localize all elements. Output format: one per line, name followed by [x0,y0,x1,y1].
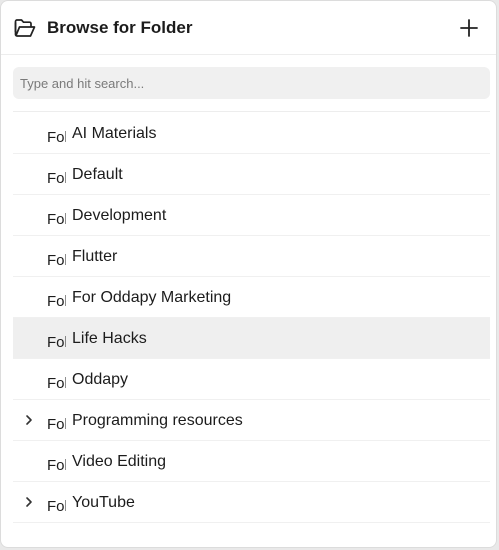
folder-label: Development [72,207,167,224]
folder-label: AI Materials [72,125,157,142]
search-input[interactable] [13,67,490,99]
folder-icon: Folder [47,416,66,433]
dialog-title: Browse for Folder [47,18,193,37]
folder-icon: Folder [47,293,66,310]
search-box [13,67,490,99]
folder-icon: Folder [47,170,66,187]
folder-label: For Oddapy Marketing [72,289,232,306]
folder-list: Folder AI Materials Folder Default Folder Dev… [13,113,490,523]
folder-row[interactable]: Folder Programming resources [13,400,490,441]
folder-icon: Folder [47,129,66,146]
folder-row[interactable]: Folder YouTube [13,482,490,523]
folder-label: Flutter [72,248,118,265]
folder-row[interactable]: Folder Flutter [13,236,490,277]
folder-label: Programming resources [72,412,243,429]
folder-icon: Folder [47,252,66,269]
folder-row[interactable]: Folder Development [13,195,490,236]
plus-icon[interactable] [457,16,481,40]
chevron-right-icon[interactable] [23,413,35,427]
folder-icon: Folder [47,457,66,474]
folder-row[interactable]: Folder Oddapy [13,359,490,400]
folder-icon: Folder [47,334,66,351]
folder-icon: Folder [47,375,66,392]
folder-label: Video Editing [72,453,166,470]
folder-icon: Folder [47,498,66,515]
chevron-right-icon[interactable] [23,495,35,509]
folder-label: Default [72,166,123,183]
folder-row[interactable]: Folder Life Hacks [13,318,490,359]
folder-row[interactable]: Folder AI Materials [13,113,490,154]
folder-label: Life Hacks [72,330,147,347]
browse-folder-dialog: Browse for Folder FolderAI MaterialsFold… [0,0,497,548]
folder-row[interactable]: Folder Video Editing [13,441,490,482]
folder-open-icon [14,19,36,37]
divider [13,111,490,112]
folder-row[interactable]: Folder For Oddapy Marketing [13,277,490,318]
folder-label: Oddapy [72,371,129,388]
folder-label: YouTube [72,494,135,511]
dialog-header: Browse for Folder [1,1,496,55]
folder-row[interactable]: Folder Default [13,154,490,195]
folder-icon: Folder [47,211,66,228]
